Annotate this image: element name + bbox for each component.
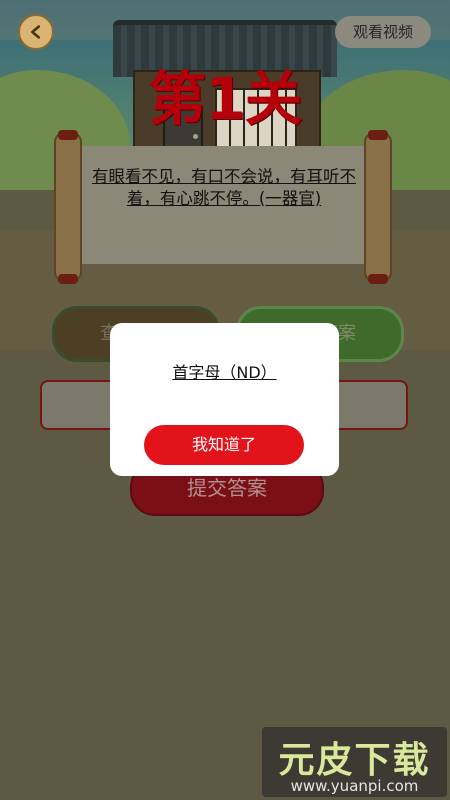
site-watermark: 元皮下载 www.yuanpi.com — [262, 727, 447, 797]
hint-message: 首字母（ND） — [172, 363, 277, 382]
watermark-url: www.yuanpi.com — [290, 777, 419, 795]
hint-dialog: 首字母（ND） 我知道了 — [110, 323, 339, 476]
got-it-button[interactable]: 我知道了 — [144, 425, 304, 465]
watermark-brand: 元皮下载 — [278, 740, 431, 781]
